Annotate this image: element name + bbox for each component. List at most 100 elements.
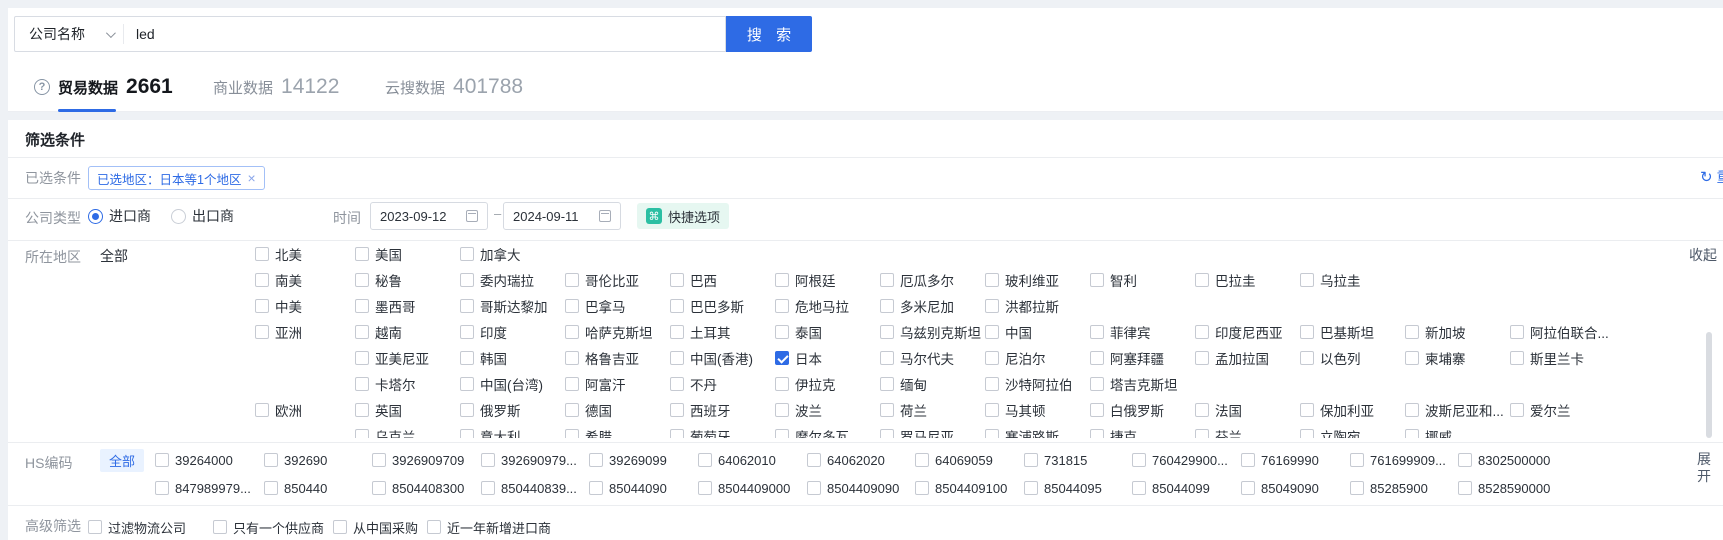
checkbox-英国[interactable]: 英国 <box>355 400 402 420</box>
checkbox-64062020[interactable]: 64062020 <box>807 453 885 468</box>
checkbox-越南[interactable]: 越南 <box>355 322 402 342</box>
checkbox-俄罗斯[interactable]: 俄罗斯 <box>460 400 521 420</box>
checkbox-荷兰[interactable]: 荷兰 <box>880 400 927 420</box>
checkbox-马尔代夫[interactable]: 马尔代夫 <box>880 348 954 368</box>
checkbox-加拿大[interactable]: 加拿大 <box>460 244 521 264</box>
checkbox-西班牙[interactable]: 西班牙 <box>670 400 731 420</box>
checkbox-8504409000[interactable]: 8504409000 <box>698 481 790 496</box>
tab-云搜数据[interactable]: 云搜数据401788 <box>385 64 523 110</box>
checkbox-危地马拉[interactable]: 危地马拉 <box>775 296 849 316</box>
checkbox-64069059[interactable]: 64069059 <box>915 453 993 468</box>
region-scrollbar-thumb[interactable] <box>1706 332 1712 438</box>
checkbox-中美[interactable]: 中美 <box>255 296 302 316</box>
checkbox-波兰[interactable]: 波兰 <box>775 400 822 420</box>
checkbox-缅甸[interactable]: 缅甸 <box>880 374 927 394</box>
checkbox-乌兹别克斯坦[interactable]: 乌兹别克斯坦 <box>880 322 981 342</box>
end-date-input[interactable]: 2024-09-11 <box>503 202 621 230</box>
checkbox-墨西哥[interactable]: 墨西哥 <box>355 296 416 316</box>
checkbox-美国[interactable]: 美国 <box>355 244 402 264</box>
checkbox-85285900[interactable]: 85285900 <box>1350 481 1428 496</box>
checkbox-爱尔兰[interactable]: 爱尔兰 <box>1510 400 1571 420</box>
start-date-input[interactable]: 2023-09-12 <box>370 202 488 230</box>
checkbox-格鲁吉亚[interactable]: 格鲁吉亚 <box>565 348 639 368</box>
checkbox-土耳其[interactable]: 土耳其 <box>670 322 731 342</box>
checkbox-只有一个供应商[interactable]: 只有一个供应商 <box>213 518 324 537</box>
checkbox-印度[interactable]: 印度 <box>460 322 507 342</box>
checkbox-塔吉克斯坦[interactable]: 塔吉克斯坦 <box>1090 374 1178 394</box>
checkbox-波斯尼亚和...[interactable]: 波斯尼亚和... <box>1405 400 1504 420</box>
search-button[interactable]: 搜 索 <box>726 16 812 52</box>
checkbox-39264000[interactable]: 39264000 <box>155 453 233 468</box>
checkbox-玻利维亚[interactable]: 玻利维亚 <box>985 270 1059 290</box>
checkbox-厄瓜多尔[interactable]: 厄瓜多尔 <box>880 270 954 290</box>
checkbox-菲律宾[interactable]: 菲律宾 <box>1090 322 1151 342</box>
checkbox-葡萄牙[interactable]: 葡萄牙 <box>670 426 731 438</box>
checkbox-立陶宛[interactable]: 立陶宛 <box>1300 426 1361 438</box>
checkbox-柬埔寨[interactable]: 柬埔寨 <box>1405 348 1466 368</box>
checkbox-智利[interactable]: 智利 <box>1090 270 1137 290</box>
radio-出口商[interactable]: 出口商 <box>171 206 234 226</box>
checkbox-孟加拉国[interactable]: 孟加拉国 <box>1195 348 1269 368</box>
checkbox-希腊[interactable]: 希腊 <box>565 426 612 438</box>
checkbox-阿塞拜疆[interactable]: 阿塞拜疆 <box>1090 348 1164 368</box>
checkbox-北美[interactable]: 北美 <box>255 244 302 264</box>
checkbox-保加利亚[interactable]: 保加利亚 <box>1300 400 1374 420</box>
checkbox-以色列[interactable]: 以色列 <box>1300 348 1361 368</box>
checkbox-8504408300[interactable]: 8504408300 <box>372 481 464 496</box>
checkbox-法国[interactable]: 法国 <box>1195 400 1242 420</box>
checkbox-8504409090[interactable]: 8504409090 <box>807 481 899 496</box>
checkbox-欧洲[interactable]: 欧洲 <box>255 400 302 420</box>
checkbox-印度尼西亚[interactable]: 印度尼西亚 <box>1195 322 1283 342</box>
checkbox-阿根廷[interactable]: 阿根廷 <box>775 270 836 290</box>
reset-filters-link[interactable]: ↻重置 <box>1700 167 1723 187</box>
checkbox-8528590000[interactable]: 8528590000 <box>1458 481 1550 496</box>
checkbox-沙特阿拉伯[interactable]: 沙特阿拉伯 <box>985 374 1073 394</box>
checkbox-8302500000[interactable]: 8302500000 <box>1458 453 1550 468</box>
checkbox-中国[interactable]: 中国 <box>985 322 1032 342</box>
checkbox-马其顿[interactable]: 马其顿 <box>985 400 1046 420</box>
checkbox-76169990[interactable]: 76169990 <box>1241 453 1319 468</box>
checkbox-阿拉伯联合...[interactable]: 阿拉伯联合... <box>1510 322 1609 342</box>
checkbox-南美[interactable]: 南美 <box>255 270 302 290</box>
checkbox-847989979...[interactable]: 847989979... <box>155 481 251 496</box>
checkbox-中国(台湾)[interactable]: 中国(台湾) <box>460 374 543 394</box>
checkbox-哥伦比亚[interactable]: 哥伦比亚 <box>565 270 639 290</box>
checkbox-过滤物流公司[interactable]: 过滤物流公司 <box>88 518 186 537</box>
collapse-link[interactable]: 收起 <box>1689 245 1717 265</box>
checkbox-392690[interactable]: 392690 <box>264 453 327 468</box>
checkbox-64062010[interactable]: 64062010 <box>698 453 776 468</box>
checkbox-泰国[interactable]: 泰国 <box>775 322 822 342</box>
checkbox-760429900...[interactable]: 760429900... <box>1132 453 1228 468</box>
radio-进口商[interactable]: 进口商 <box>88 206 151 226</box>
checkbox-塞浦路斯[interactable]: 塞浦路斯 <box>985 426 1059 438</box>
checkbox-巴拉圭[interactable]: 巴拉圭 <box>1195 270 1256 290</box>
checkbox-392690979...[interactable]: 392690979... <box>481 453 577 468</box>
quick-options-button[interactable]: ⌘ 快捷选项 <box>637 203 729 229</box>
checkbox-白俄罗斯[interactable]: 白俄罗斯 <box>1090 400 1164 420</box>
checkbox-不丹[interactable]: 不丹 <box>670 374 717 394</box>
checkbox-罗马尼亚[interactable]: 罗马尼亚 <box>880 426 954 438</box>
checkbox-捷克[interactable]: 捷克 <box>1090 426 1137 438</box>
checkbox-伊拉克[interactable]: 伊拉克 <box>775 374 836 394</box>
checkbox-85049090[interactable]: 85049090 <box>1241 481 1319 496</box>
checkbox-85044099[interactable]: 85044099 <box>1132 481 1210 496</box>
checkbox-731815[interactable]: 731815 <box>1024 453 1087 468</box>
checkbox-哈萨克斯坦[interactable]: 哈萨克斯坦 <box>565 322 653 342</box>
search-input[interactable] <box>124 26 725 42</box>
checkbox-斯里兰卡[interactable]: 斯里兰卡 <box>1510 348 1584 368</box>
checkbox-委内瑞拉[interactable]: 委内瑞拉 <box>460 270 534 290</box>
selected-region-tag[interactable]: 已选地区：日本等1个地区 × <box>88 166 265 190</box>
checkbox-德国[interactable]: 德国 <box>565 400 612 420</box>
search-category-select[interactable]: 公司名称 <box>15 24 123 44</box>
checkbox-从中国采购[interactable]: 从中国采购 <box>333 518 418 537</box>
checkbox-哥斯达黎加[interactable]: 哥斯达黎加 <box>460 296 548 316</box>
tag-close-icon[interactable]: × <box>247 171 255 185</box>
checkbox-巴拿马[interactable]: 巴拿马 <box>565 296 626 316</box>
checkbox-850440[interactable]: 850440 <box>264 481 327 496</box>
checkbox-85044095[interactable]: 85044095 <box>1024 481 1102 496</box>
checkbox-摩尔多瓦[interactable]: 摩尔多瓦 <box>775 426 849 438</box>
checkbox-中国(香港)[interactable]: 中国(香港) <box>670 348 753 368</box>
checkbox-巴巴多斯[interactable]: 巴巴多斯 <box>670 296 744 316</box>
checkbox-850440839...[interactable]: 850440839... <box>481 481 577 496</box>
expand-link[interactable]: 展开 <box>1697 451 1712 485</box>
